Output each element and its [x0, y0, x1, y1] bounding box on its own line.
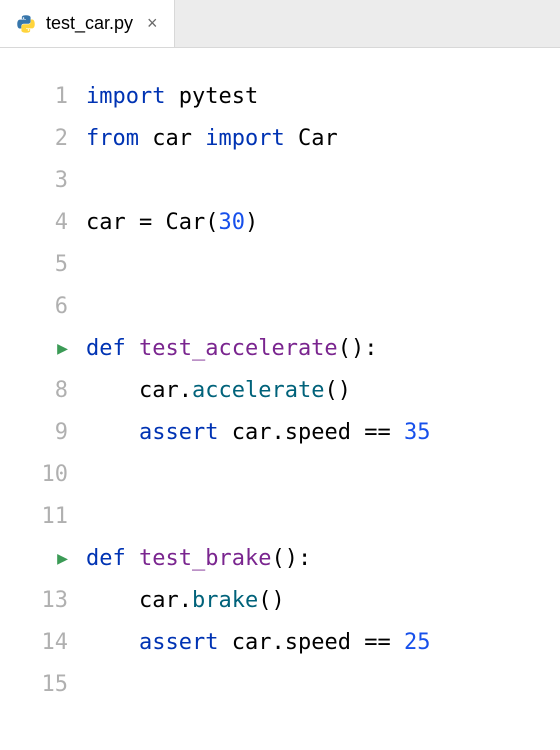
file-tab[interactable]: test_car.py × [0, 0, 175, 47]
code-line: ▶ def test_accelerate(): [0, 328, 560, 370]
line-number: 6 [0, 286, 86, 328]
code-line: 8 car.accelerate() [0, 370, 560, 412]
line-number: 15 [0, 664, 86, 706]
code-line: 15 [0, 664, 560, 706]
line-number: 14 [0, 622, 86, 664]
line-number: 13 [0, 580, 86, 622]
code-line: 13 car.brake() [0, 580, 560, 622]
code-line: 1 import pytest [0, 76, 560, 118]
code-line: 4 car = Car(30) [0, 202, 560, 244]
code-line: 2 from car import Car [0, 118, 560, 160]
line-number: 4 [0, 202, 86, 244]
tab-bar: test_car.py × [0, 0, 560, 48]
run-test-gutter-icon[interactable]: ▶ [0, 328, 86, 370]
code-content: car = Car(30) [86, 202, 258, 244]
code-content: car.brake() [86, 580, 285, 622]
run-test-gutter-icon[interactable]: ▶ [0, 538, 86, 580]
run-triangle-icon: ▶ [57, 538, 68, 580]
line-number: 3 [0, 160, 86, 202]
code-line: 3 [0, 160, 560, 202]
file-tab-label: test_car.py [46, 13, 133, 34]
code-content: car.accelerate() [86, 370, 351, 412]
code-line: 11 [0, 496, 560, 538]
line-number: 1 [0, 76, 86, 118]
run-triangle-icon: ▶ [57, 328, 68, 370]
code-line: 10 [0, 454, 560, 496]
line-number: 2 [0, 118, 86, 160]
line-number: 8 [0, 370, 86, 412]
line-number: 11 [0, 496, 86, 538]
code-content: assert car.speed == 35 [86, 412, 430, 454]
python-file-icon [16, 14, 36, 34]
close-tab-icon[interactable]: × [147, 13, 158, 34]
code-content: def test_brake(): [86, 538, 311, 580]
code-line: ▶ def test_brake(): [0, 538, 560, 580]
line-number: 9 [0, 412, 86, 454]
code-line: 14 assert car.speed == 25 [0, 622, 560, 664]
code-editor[interactable]: 1 import pytest 2 from car import Car 3 … [0, 48, 560, 706]
code-content: assert car.speed == 25 [86, 622, 430, 664]
code-line: 6 [0, 286, 560, 328]
code-line: 9 assert car.speed == 35 [0, 412, 560, 454]
code-content: import pytest [86, 76, 258, 118]
line-number: 5 [0, 244, 86, 286]
code-line: 5 [0, 244, 560, 286]
code-content: from car import Car [86, 118, 338, 160]
line-number: 10 [0, 454, 86, 496]
code-content: def test_accelerate(): [86, 328, 377, 370]
